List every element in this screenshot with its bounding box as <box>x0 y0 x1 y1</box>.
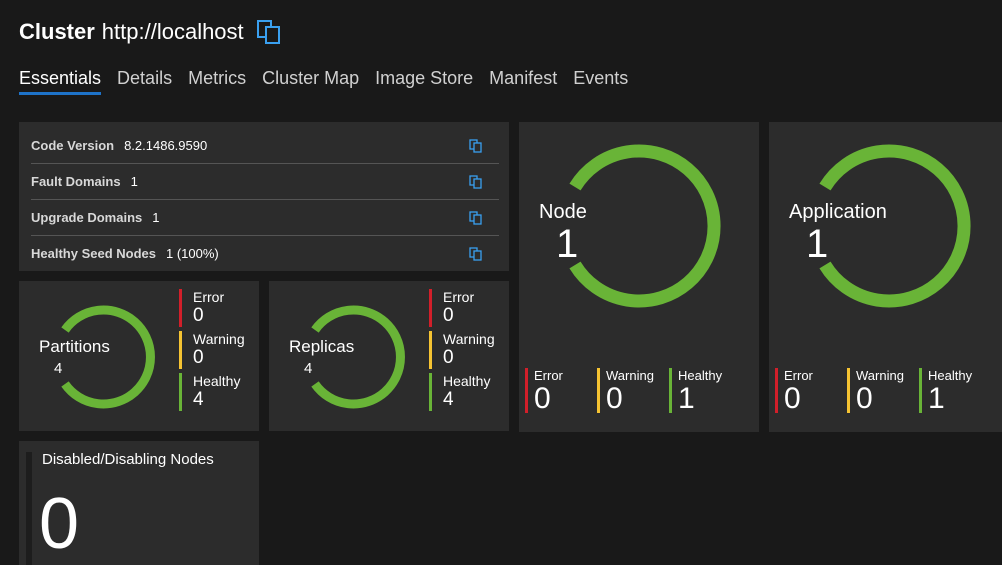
health-ring <box>311 305 405 409</box>
replicas-error: Error 0 <box>429 289 474 327</box>
tab-cluster-map[interactable]: Cluster Map <box>262 66 359 96</box>
healthy-label: Healthy <box>443 373 491 389</box>
error-value: 0 <box>443 305 454 326</box>
partitions-warning: Warning 0 <box>179 331 245 369</box>
healthy-seed-nodes-row: Healthy Seed Nodes 1 (100%) <box>31 236 499 271</box>
copy-icon[interactable] <box>256 19 282 45</box>
replicas-warning: Warning 0 <box>429 331 495 369</box>
warning-value: 0 <box>193 347 204 368</box>
partitions-card[interactable]: Partitions 4 Error 0 Warning 0 Healthy 4 <box>19 281 259 431</box>
tab-bar: Essentials Details Metrics Cluster Map I… <box>19 66 644 96</box>
healthy-value: 1 <box>928 382 945 415</box>
copy-icon[interactable] <box>469 175 483 189</box>
node-card[interactable]: Node 1 Error 0 Warning 0 Healthy 1 <box>519 122 759 432</box>
fault-domains-row: Fault Domains 1 <box>31 164 499 200</box>
warning-value: 0 <box>443 347 454 368</box>
cluster-url: http://localhost <box>101 19 244 44</box>
page-header: Cluster http://localhost <box>19 16 282 48</box>
replicas-healthy: Healthy 4 <box>429 373 490 411</box>
error-label: Error <box>193 289 225 305</box>
application-card[interactable]: Application 1 Error 0 Warning 0 Healthy … <box>769 122 1002 432</box>
replicas-label: Replicas <box>289 337 355 356</box>
warning-value: 0 <box>606 382 623 415</box>
code-version-value: 8.2.1486.9590 <box>124 138 208 153</box>
cluster-page: Cluster http://localhost Essentials Deta… <box>0 0 1002 565</box>
tab-manifest[interactable]: Manifest <box>489 66 557 96</box>
upgrade-domains-value: 1 <box>152 210 160 225</box>
application-count: 1 <box>806 222 829 266</box>
error-label: Error <box>534 368 563 383</box>
application-error: Error 0 <box>775 368 813 415</box>
error-value: 0 <box>784 382 801 415</box>
healthy-seed-nodes-value: 1 (100%) <box>166 246 219 261</box>
disabled-nodes-value: 0 <box>39 484 80 564</box>
healthy-value: 4 <box>443 389 454 410</box>
upgrade-domains-label: Upgrade Domains <box>31 210 143 225</box>
tab-events[interactable]: Events <box>573 66 628 96</box>
essentials-panel: Code Version 8.2.1486.9590 Fault Domains… <box>19 122 509 271</box>
application-label: Application <box>789 201 887 223</box>
healthy-value: 4 <box>193 389 204 410</box>
healthy-value: 1 <box>678 382 695 415</box>
status-stripe <box>26 452 32 565</box>
warning-label: Warning <box>856 368 904 383</box>
warning-value: 0 <box>856 382 873 415</box>
application-warning: Warning 0 <box>847 368 904 415</box>
warning-label: Warning <box>193 331 245 347</box>
fault-domains-value: 1 <box>130 174 138 189</box>
fault-domains-label: Fault Domains <box>31 174 121 189</box>
node-error: Error 0 <box>525 368 563 415</box>
code-version-row: Code Version 8.2.1486.9590 <box>31 128 499 164</box>
warning-label: Warning <box>606 368 654 383</box>
application-healthy: Healthy 1 <box>919 368 973 415</box>
warning-label: Warning <box>443 331 495 347</box>
tab-essentials[interactable]: Essentials <box>19 66 102 96</box>
healthy-seed-nodes-label: Healthy Seed Nodes <box>31 246 156 261</box>
node-healthy: Healthy 1 <box>669 368 723 415</box>
error-value: 0 <box>534 382 551 415</box>
node-label: Node <box>539 201 587 223</box>
node-warning: Warning 0 <box>597 368 654 415</box>
copy-icon[interactable] <box>469 211 483 225</box>
copy-icon[interactable] <box>469 139 483 153</box>
healthy-label: Healthy <box>678 368 723 383</box>
node-count: 1 <box>556 222 579 266</box>
replicas-count: 4 <box>304 360 313 377</box>
tab-details[interactable]: Details <box>117 66 172 96</box>
disabled-nodes-label: Disabled/Disabling Nodes <box>42 451 214 468</box>
disabled-nodes-card[interactable]: Disabled/Disabling Nodes 0 <box>19 441 259 565</box>
healthy-label: Healthy <box>928 368 973 383</box>
health-ring <box>61 305 155 409</box>
tab-image-store[interactable]: Image Store <box>375 66 473 96</box>
page-title: Cluster <box>19 19 95 44</box>
upgrade-domains-row: Upgrade Domains 1 <box>31 200 499 236</box>
error-label: Error <box>784 368 813 383</box>
partitions-healthy: Healthy 4 <box>179 373 240 411</box>
partitions-count: 4 <box>54 360 63 377</box>
copy-icon[interactable] <box>469 247 483 261</box>
healthy-label: Healthy <box>193 373 241 389</box>
partitions-error: Error 0 <box>179 289 224 327</box>
error-value: 0 <box>193 305 204 326</box>
partitions-label: Partitions <box>39 337 110 356</box>
replicas-card[interactable]: Replicas 4 Error 0 Warning 0 Healthy 4 <box>269 281 509 431</box>
error-label: Error <box>443 289 475 305</box>
code-version-label: Code Version <box>31 138 115 153</box>
tab-metrics[interactable]: Metrics <box>188 66 246 96</box>
